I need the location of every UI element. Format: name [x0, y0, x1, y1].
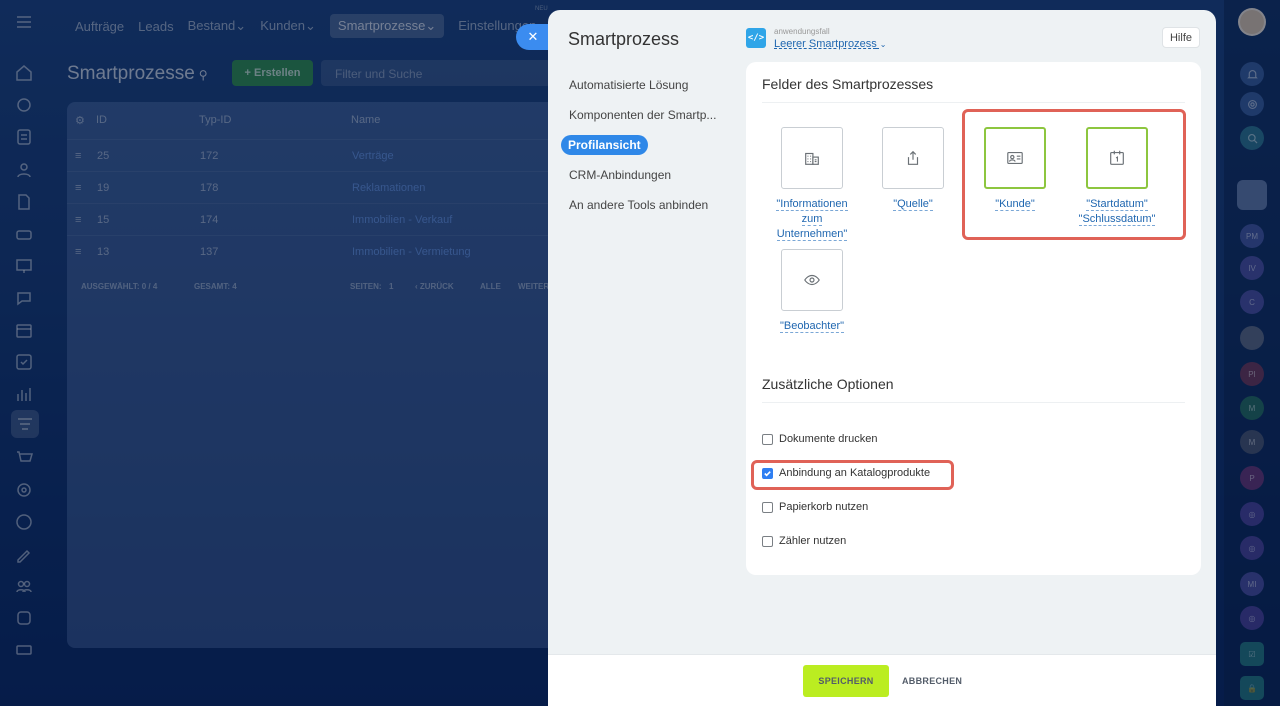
- checkbox[interactable]: [762, 433, 773, 445]
- use-case-value[interactable]: Leerer Smartprozess ⌄: [774, 38, 886, 50]
- divider: [762, 402, 1185, 403]
- settings-content: Felder des Smartprozesses "Informationen…: [746, 62, 1201, 575]
- option-recycle-bin[interactable]: Papierkorb nutzen: [762, 501, 868, 513]
- option-counter[interactable]: Zähler nutzen: [762, 535, 846, 547]
- field-source[interactable]: "Quelle": [868, 127, 958, 212]
- smart-process-settings-panel: Smartprozess </> anwendungsfall Leerer S…: [548, 10, 1216, 706]
- menu-item-crm-links[interactable]: CRM-Anbindungen: [561, 160, 736, 190]
- menu-item-other-tools[interactable]: An andere Tools anbinden: [561, 190, 736, 220]
- divider: [762, 102, 1185, 103]
- code-app-icon: </>: [746, 28, 766, 48]
- share-icon: [907, 150, 919, 165]
- field-label[interactable]: "Informationen zum Unternehmen": [767, 197, 857, 242]
- field-toggle[interactable]: [984, 127, 1046, 189]
- field-label[interactable]: "Beobachter": [767, 319, 857, 334]
- calendar-icon: [1110, 150, 1124, 165]
- settings-menu: Automatisierte Lösung Komponenten der Sm…: [561, 70, 736, 220]
- checkbox[interactable]: [762, 535, 773, 547]
- menu-item-automated-solution[interactable]: Automatisierte Lösung: [561, 70, 736, 100]
- building-icon: [805, 152, 819, 165]
- check-icon: [764, 470, 771, 476]
- close-icon: ✕: [527, 29, 539, 44]
- save-button[interactable]: SPEICHERN: [803, 665, 889, 697]
- field-label[interactable]: "Kunde": [970, 197, 1060, 212]
- contact-card-icon: [1007, 152, 1023, 164]
- field-toggle[interactable]: [1086, 127, 1148, 189]
- option-print-documents[interactable]: Dokumente drucken: [762, 433, 877, 445]
- panel-footer: SPEICHERN ABBRECHEN: [548, 654, 1216, 706]
- checkbox[interactable]: [762, 501, 773, 513]
- options-section-title: Zusätzliche Optionen: [762, 376, 894, 392]
- field-observer[interactable]: "Beobachter": [767, 249, 857, 334]
- panel-title: Smartprozess: [568, 29, 680, 49]
- checkbox-checked[interactable]: [762, 467, 773, 479]
- eye-icon: [804, 274, 820, 286]
- fields-section-title: Felder des Smartprozesses: [762, 76, 934, 92]
- menu-item-profile-view[interactable]: Profilansicht: [561, 130, 736, 160]
- field-label[interactable]: "Quelle": [868, 197, 958, 212]
- chevron-down-icon: ⌄: [879, 40, 887, 49]
- menu-item-components[interactable]: Komponenten der Smartp...: [561, 100, 736, 130]
- field-toggle[interactable]: [781, 249, 843, 311]
- field-customer[interactable]: "Kunde": [970, 127, 1060, 212]
- field-start-end-date[interactable]: "Startdatum" "Schlussdatum": [1072, 127, 1162, 227]
- option-catalog-products[interactable]: Anbindung an Katalogprodukte: [762, 467, 930, 479]
- cancel-button[interactable]: ABBRECHEN: [902, 665, 962, 697]
- use-case-label: anwendungsfall: [774, 27, 830, 36]
- field-company-info[interactable]: "Informationen zum Unternehmen": [767, 127, 857, 242]
- field-toggle[interactable]: [882, 127, 944, 189]
- close-panel-button[interactable]: ✕: [516, 24, 550, 50]
- field-toggle[interactable]: [781, 127, 843, 189]
- use-case-selector[interactable]: </> anwendungsfall Leerer Smartprozess ⌄: [746, 26, 886, 50]
- field-label[interactable]: "Startdatum" "Schlussdatum": [1072, 197, 1162, 227]
- help-button[interactable]: Hilfe: [1161, 27, 1200, 48]
